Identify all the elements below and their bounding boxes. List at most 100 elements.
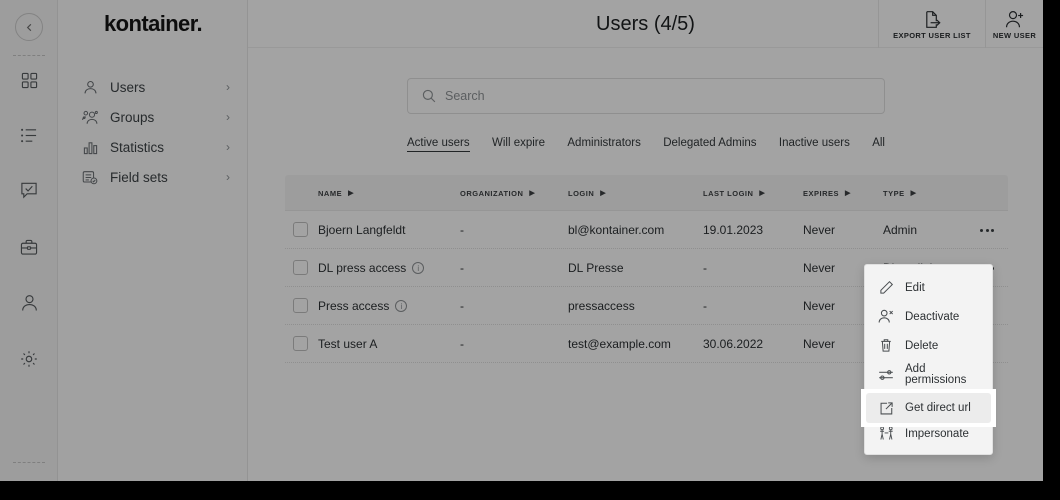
info-icon[interactable]: i: [412, 262, 425, 274]
highlighted-menu-item-get-direct-url[interactable]: Get direct url: [866, 393, 991, 423]
cell-name: Bjoern Langfeldt: [318, 211, 405, 249]
chevron-right-icon: ›: [226, 170, 230, 184]
gear-icon[interactable]: [17, 347, 41, 371]
nav-item-field-sets[interactable]: Field sets ›: [58, 162, 248, 192]
impersonate-icon: [877, 426, 895, 441]
user-x-icon: [877, 309, 895, 324]
new-user-button[interactable]: NEW USER: [985, 0, 1043, 48]
column-label: EXPIRES: [803, 188, 840, 198]
column-label: NAME: [318, 188, 343, 198]
app-logo: kontainer.: [104, 11, 203, 36]
cell-name: Press access i: [318, 287, 408, 325]
cell-type: Admin: [883, 223, 918, 237]
column-header-type[interactable]: TYPE ▶: [883, 175, 916, 211]
cell-last-login: 30.06.2022: [703, 337, 764, 351]
cell-expires: Never: [803, 261, 836, 275]
row-checkbox[interactable]: [293, 222, 308, 237]
user-name: Bjoern Langfeldt: [318, 223, 406, 237]
sliders-icon: [877, 368, 895, 382]
cell-login: bl@kontainer.com: [568, 223, 665, 237]
cell-login: DL Presse: [568, 261, 624, 275]
nav-item-label: Statistics: [110, 139, 165, 155]
sort-arrow-icon: ▶: [910, 190, 917, 197]
search-icon: [422, 89, 436, 103]
sort-arrow-icon: ▶: [845, 190, 851, 197]
users-icon: [80, 108, 100, 126]
row-checkbox[interactable]: [293, 336, 308, 351]
chevron-right-icon: ›: [226, 140, 230, 154]
user-name: DL press access: [318, 261, 407, 275]
table-row[interactable]: Bjoern Langfeldt - bl@kontainer.com 19.0…: [285, 211, 1008, 249]
menu-item-edit[interactable]: Edit: [865, 273, 992, 302]
search-input[interactable]: [445, 89, 870, 103]
cell-last-login: -: [703, 299, 707, 313]
menu-item-label: Add permissions: [905, 362, 967, 386]
menu-item-label: Delete: [905, 339, 939, 352]
cell-login: pressaccess: [568, 299, 635, 313]
tab-administrators[interactable]: Administrators: [567, 137, 641, 151]
nav-item-label: Groups: [110, 109, 155, 125]
icon-rail: [0, 0, 58, 481]
collapse-sidebar-button[interactable]: [15, 13, 43, 41]
row-actions-button[interactable]: [980, 211, 994, 249]
column-label: TYPE: [883, 188, 905, 198]
menu-item-delete[interactable]: Delete: [865, 331, 992, 360]
external-link-icon: [877, 401, 895, 416]
briefcase-icon[interactable]: [17, 235, 41, 259]
table-header-row: NAME ▶ ORGANIZATION ▶ LOGIN ▶ LAST LOGIN…: [285, 175, 1008, 211]
cell-last-login: 19.01.2023: [703, 223, 764, 237]
highlighted-menu-item-label: Get direct url: [905, 402, 971, 414]
nav-item-statistics[interactable]: Statistics ›: [58, 132, 248, 162]
bar-chart-icon: [80, 138, 100, 156]
app-window: kontainer. Users › Groups › Statistics ›…: [0, 0, 1043, 481]
search-box[interactable]: [407, 78, 885, 114]
tab-delegated-admins[interactable]: Delegated Admins: [663, 137, 756, 151]
tab-all[interactable]: All: [872, 137, 885, 151]
filter-tabs: Active users Will expire Administrators …: [407, 133, 885, 155]
column-header-login[interactable]: LOGIN ▶: [568, 175, 606, 211]
tab-will-expire[interactable]: Will expire: [492, 137, 545, 151]
user-icon[interactable]: [17, 291, 41, 315]
cell-last-login: -: [703, 261, 707, 275]
menu-item-add-permissions[interactable]: Add permissions: [865, 360, 992, 390]
nav-item-groups[interactable]: Groups ›: [58, 102, 248, 132]
sort-arrow-icon: ▶: [348, 190, 354, 197]
chevron-right-icon: ›: [226, 80, 230, 94]
menu-item-label: Deactivate: [905, 310, 960, 323]
nav-item-label: Users: [110, 79, 146, 95]
tab-inactive-users[interactable]: Inactive users: [779, 137, 850, 151]
column-header-name[interactable]: NAME ▶: [318, 175, 354, 211]
trash-icon: [877, 338, 895, 353]
top-bar: Users (4/5) EXPORT USER LIST NEW USER: [248, 0, 1043, 48]
info-icon[interactable]: i: [395, 300, 408, 312]
field-set-icon: [80, 168, 100, 186]
column-header-organization[interactable]: ORGANIZATION ▶: [460, 175, 535, 211]
tab-active-users[interactable]: Active users: [407, 137, 470, 152]
rail-divider-top: [13, 55, 45, 56]
pencil-icon: [877, 280, 895, 295]
sort-arrow-icon: ▶: [759, 190, 766, 197]
menu-item-deactivate[interactable]: Deactivate: [865, 302, 992, 331]
menu-item-label: Impersonate: [905, 427, 969, 440]
column-header-expires[interactable]: EXPIRES ▶: [803, 175, 851, 211]
user-name: Press access: [318, 299, 390, 313]
row-checkbox[interactable]: [293, 260, 308, 275]
nav-item-users[interactable]: Users ›: [58, 72, 248, 102]
column-label: LOGIN: [568, 188, 595, 198]
sort-arrow-icon: ▶: [529, 190, 536, 197]
cell-organization: -: [460, 261, 464, 275]
grid-icon[interactable]: [17, 68, 41, 92]
user-plus-icon: [1005, 9, 1025, 29]
cell-name: DL press access i: [318, 249, 425, 287]
cell-expires: Never: [803, 299, 836, 313]
export-user-list-button[interactable]: EXPORT USER LIST: [878, 0, 985, 48]
cell-expires: Never: [803, 337, 836, 351]
cell-organization: -: [460, 337, 464, 351]
nav-item-label: Field sets: [110, 169, 168, 185]
list-icon[interactable]: [17, 123, 41, 147]
column-header-last-login[interactable]: LAST LOGIN ▶: [703, 175, 765, 211]
row-checkbox[interactable]: [293, 298, 308, 313]
export-file-icon: [923, 9, 942, 29]
rail-divider-bottom: [13, 462, 45, 463]
comment-check-icon[interactable]: [17, 178, 41, 202]
